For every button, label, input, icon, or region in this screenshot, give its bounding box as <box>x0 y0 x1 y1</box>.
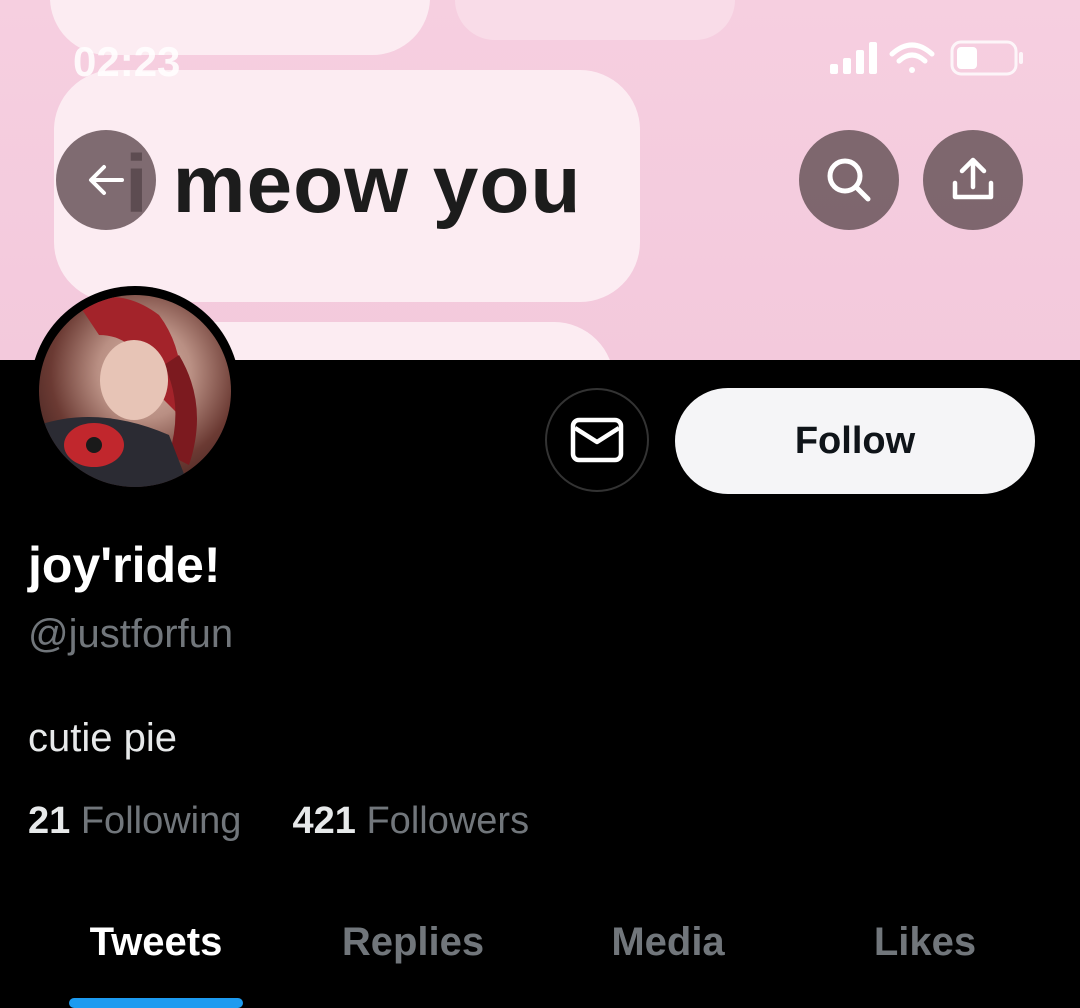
avatar[interactable] <box>30 286 240 496</box>
back-arrow-icon <box>89 165 124 195</box>
status-time: 02:23 <box>73 38 181 85</box>
avatar-image <box>39 295 231 487</box>
banner-text: i meow you <box>125 139 582 230</box>
active-tab-indicator <box>69 998 243 1008</box>
display-name: joy'ride! <box>28 537 221 593</box>
following-count: 21 <box>28 800 71 842</box>
share-icon <box>952 157 994 200</box>
search-icon <box>827 158 871 202</box>
search-button[interactable] <box>799 130 899 230</box>
banner-bubble <box>455 0 735 40</box>
tab-replies[interactable]: Replies <box>278 912 548 972</box>
tab-likes[interactable]: Likes <box>790 912 1060 972</box>
followers-count: 421 <box>292 800 356 842</box>
bio: cutie pie <box>28 716 177 760</box>
battery-icon <box>950 40 1023 76</box>
envelope-icon <box>570 417 624 463</box>
signal-icon <box>830 42 877 74</box>
profile-tabs: Tweets Replies Media Likes <box>0 912 1080 1008</box>
share-button[interactable] <box>923 130 1023 230</box>
avatar-photo <box>39 297 197 487</box>
following-link[interactable]: 21 Following <box>28 800 252 842</box>
username: @justforfun <box>28 612 234 656</box>
follow-stats: 21 Following 421 Followers <box>28 800 529 843</box>
status-icons <box>830 40 1023 76</box>
followers-label: Followers <box>366 800 530 842</box>
back-button[interactable] <box>56 130 156 230</box>
follow-button[interactable]: Follow <box>675 388 1035 494</box>
message-button[interactable] <box>545 388 649 492</box>
tab-media[interactable]: Media <box>533 912 803 972</box>
wifi-icon <box>889 42 935 73</box>
followers-link[interactable]: 421 Followers <box>293 800 530 842</box>
following-label: Following <box>80 800 242 842</box>
tab-tweets[interactable]: Tweets <box>21 912 291 972</box>
